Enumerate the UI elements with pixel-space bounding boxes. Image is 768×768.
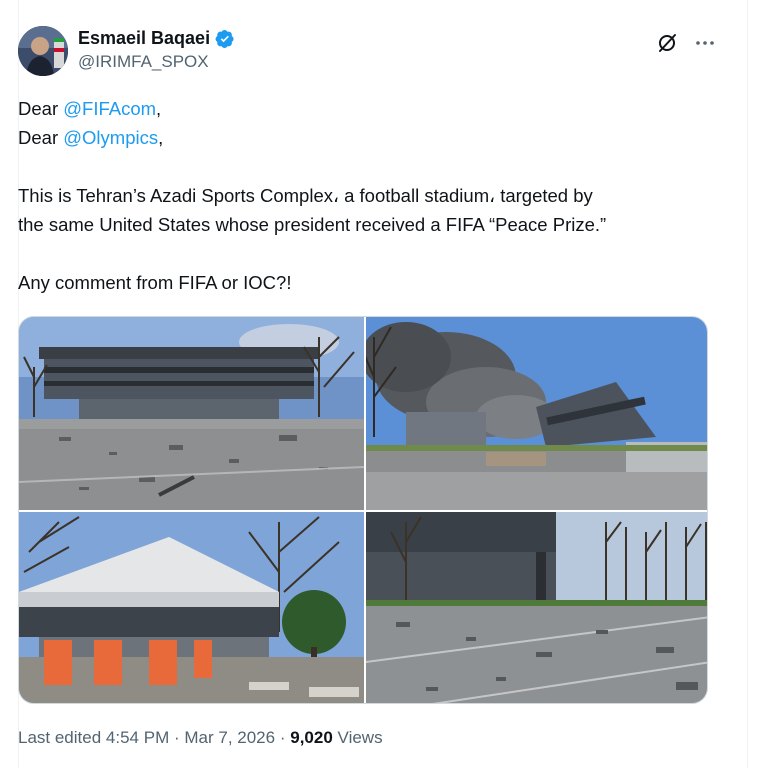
photo-stadium-smoke[interactable] (366, 317, 707, 510)
tweet-text-segment: Dear (18, 127, 64, 148)
views-count: 9,020 (290, 728, 333, 747)
tweet-line: the same United States whose president r… (18, 214, 607, 235)
tweet-text-segment: , (156, 98, 162, 119)
mention-olympics-link[interactable]: @Olympics (63, 127, 158, 148)
tweet-line: Dear @FIFAcom, (18, 94, 718, 123)
media-grid (18, 316, 708, 704)
tweet-line: Dear @Olympics, (18, 123, 718, 152)
meta-separator: · (279, 728, 286, 747)
tweet-time[interactable]: 4:54 PM (106, 728, 169, 747)
tweet-date[interactable]: Mar 7, 2026 (184, 728, 275, 747)
photo-stadium-barriers[interactable] (19, 512, 364, 703)
meta-separator: · (173, 728, 180, 747)
more-options-icon[interactable] (692, 30, 718, 56)
author-display-name[interactable]: Esmaeil Baqaei (78, 28, 210, 49)
author-handle[interactable]: @IRIMFA_SPOX (78, 52, 235, 72)
photo-stadium-front[interactable] (19, 317, 364, 510)
author-avatar[interactable] (18, 26, 68, 76)
tweet-meta: Last edited 4:54 PM · Mar 7, 2026 · 9,02… (18, 728, 383, 748)
tweet-line: This is Tehran’s Azadi Sports Complex، a… (18, 185, 593, 206)
tweet-text-segment: , (158, 127, 164, 148)
mention-fifacom-link[interactable]: @FIFAcom (63, 98, 156, 119)
verified-badge-icon (215, 29, 235, 49)
tweet-text-segment: Dear (18, 98, 64, 119)
tweet-header: Esmaeil Baqaei @IRIMFA_SPOX (18, 26, 718, 80)
grok-icon[interactable] (654, 30, 680, 56)
photo-debris-road[interactable] (366, 512, 707, 703)
edited-label[interactable]: Last edited (18, 728, 101, 747)
tweet-line: Any comment from FIFA or IOC?! (18, 272, 292, 293)
views-label: Views (337, 728, 383, 747)
tweet-text: Dear @FIFAcom, Dear @Olympics, This is T… (18, 94, 718, 297)
